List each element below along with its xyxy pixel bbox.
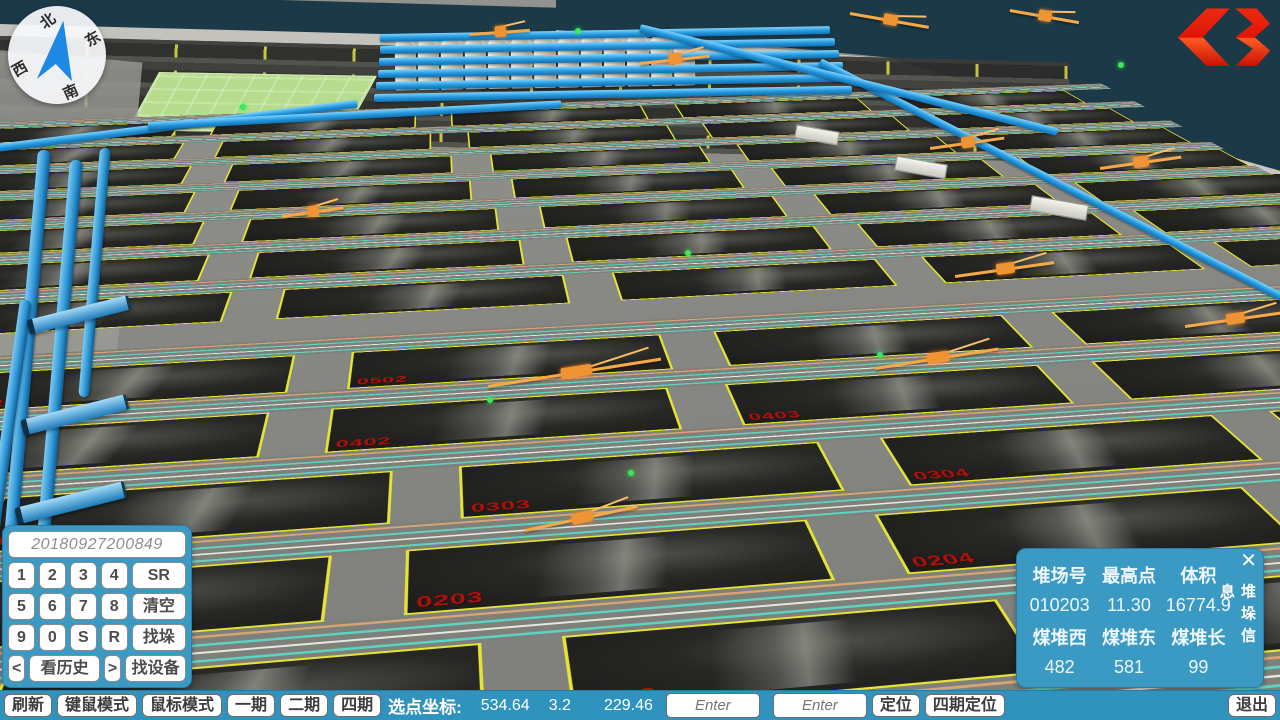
keypad-button-清空[interactable]: 清空	[132, 593, 186, 620]
keypad-button-SR[interactable]: SR	[132, 562, 186, 589]
coordinate-z: 229.46	[604, 697, 653, 715]
keypad-button-找设备[interactable]: 找设备	[125, 655, 186, 682]
exit-button[interactable]: 退出	[1228, 694, 1276, 717]
pile-id-label: 0304	[910, 466, 974, 483]
keypad-button-找垛[interactable]: 找垛	[132, 624, 186, 651]
keypad-button-7[interactable]: 7	[70, 593, 97, 620]
keypad-button-看历史[interactable]: 看历史	[29, 655, 100, 682]
enter-input-1[interactable]	[666, 693, 760, 718]
keypad-button-2[interactable]: 2	[39, 562, 66, 589]
phase4-button[interactable]: 四期	[333, 694, 381, 717]
locate-phase4-button[interactable]: 四期定位	[925, 694, 1005, 717]
pile-id-label: 0203	[416, 588, 484, 611]
pile-id-label: 0403	[746, 409, 803, 423]
mouse-mode-button[interactable]: 鼠标模式	[142, 694, 222, 717]
pile-length-header: 煤堆长	[1164, 624, 1233, 650]
keypad-button-S[interactable]: S	[70, 624, 97, 651]
company-logo	[1176, 4, 1272, 87]
keypad-button->[interactable]: >	[104, 655, 121, 682]
phase2-button[interactable]: 二期	[280, 694, 328, 717]
yard-no-value: 010203	[1025, 595, 1094, 616]
bottom-toolbar: 刷新 键鼠模式 鼠标模式 一期 二期 四期 选点坐标: 534.64 3.2 2…	[0, 690, 1280, 720]
close-icon[interactable]: ✕	[1240, 551, 1257, 571]
compass[interactable]: 北 东 西 南	[8, 6, 106, 104]
yard-no-header: 堆场号	[1025, 562, 1094, 588]
pile-west-header: 煤堆西	[1025, 624, 1094, 650]
keypad-button-4[interactable]: 4	[101, 562, 128, 589]
keypad-button-<[interactable]: <	[8, 655, 25, 682]
status-dot	[877, 352, 883, 358]
status-dot	[1118, 62, 1124, 68]
status-dot	[240, 104, 246, 110]
keymouse-mode-button[interactable]: 键鼠模式	[57, 694, 137, 717]
pile-east-value: 581	[1094, 657, 1163, 678]
keypad-button-3[interactable]: 3	[70, 562, 97, 589]
keypad-button-5[interactable]: 5	[8, 593, 35, 620]
timestamp-input[interactable]	[8, 531, 186, 558]
coordinate-y: 3.2	[549, 697, 571, 715]
phase1-button[interactable]: 一期	[227, 694, 275, 717]
keypad-button-6[interactable]: 6	[39, 593, 66, 620]
keypad-button-1[interactable]: 1	[8, 562, 35, 589]
volume-header: 体积	[1164, 562, 1233, 588]
pile-search-panel: 1234SR5678清空90SR找垛<看历史>找设备	[2, 525, 192, 688]
pile-id-label: 0303	[471, 497, 532, 515]
pile-east-header: 煤堆东	[1094, 624, 1163, 650]
keypad-button-R[interactable]: R	[101, 624, 128, 651]
status-dot	[685, 250, 691, 256]
enter-input-2[interactable]	[773, 693, 867, 718]
highest-point-value: 11.30	[1094, 595, 1163, 616]
pile-info-panel: ✕ 堆垛信息 堆场号 最高点 体积 010203 11.30 16774.9 煤…	[1016, 548, 1264, 688]
keypad-button-8[interactable]: 8	[101, 593, 128, 620]
pile-length-value: 99	[1164, 657, 1233, 678]
compass-arrow-icon	[22, 16, 92, 94]
locate-button[interactable]: 定位	[872, 694, 920, 717]
refresh-button[interactable]: 刷新	[4, 694, 52, 717]
pile-west-value: 482	[1025, 657, 1094, 678]
volume-value: 16774.9	[1164, 595, 1233, 616]
picked-coordinates-label: 选点坐标:	[388, 693, 462, 718]
keypad-button-0[interactable]: 0	[39, 624, 66, 651]
highest-point-header: 最高点	[1094, 562, 1163, 588]
status-dot	[487, 397, 493, 403]
coordinate-x: 534.64	[481, 697, 530, 715]
keypad-button-9[interactable]: 9	[8, 624, 35, 651]
status-dot	[575, 28, 581, 34]
status-dot	[628, 470, 634, 476]
pile-id-label: 0204	[908, 550, 979, 571]
